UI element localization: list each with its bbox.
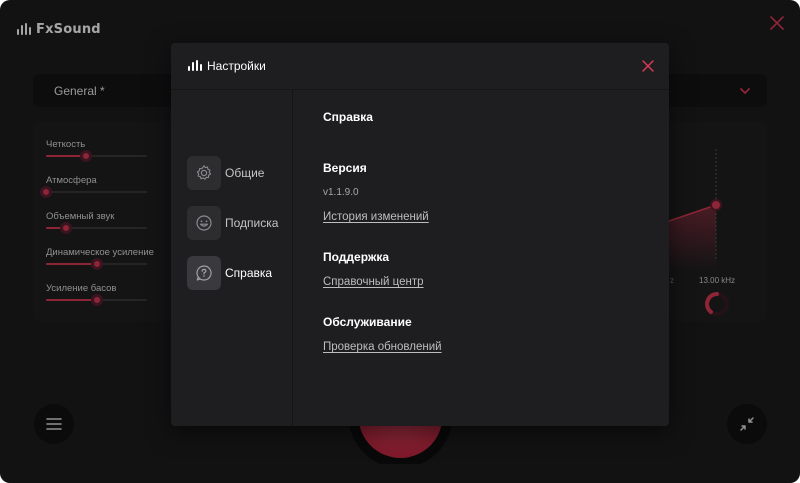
- version-heading: Версия: [323, 161, 367, 175]
- header-divider: [171, 89, 669, 90]
- support-heading: Поддержка: [323, 250, 390, 264]
- close-icon[interactable]: [641, 59, 655, 73]
- settings-header: Настройки: [171, 43, 669, 89]
- help-center-link[interactable]: Справочный центр: [323, 276, 424, 288]
- help-heading: Справка: [323, 110, 373, 124]
- fxsound-window: FxSound General * Четкость Атмосфера Объ…: [0, 0, 800, 483]
- settings-title: Настройки: [207, 59, 266, 73]
- settings-dialog: Настройки Общие Подписка Справка Справка…: [171, 43, 669, 426]
- help-bubble-icon: [187, 256, 221, 290]
- nav-label: Общие: [225, 166, 265, 180]
- nav-item-help[interactable]: Справка: [187, 256, 291, 290]
- maintenance-heading: Обслуживание: [323, 315, 412, 329]
- nav-item-general[interactable]: Общие: [187, 156, 291, 190]
- gear-icon: [187, 156, 221, 190]
- nav-label: Справка: [225, 266, 273, 280]
- nav-label: Подписка: [225, 216, 279, 230]
- logo-bars-icon: [188, 60, 202, 71]
- changelog-link[interactable]: История изменений: [323, 211, 429, 223]
- nav-item-subscription[interactable]: Подписка: [187, 206, 291, 240]
- check-updates-link[interactable]: Проверка обновлений: [323, 341, 442, 353]
- version-value: v1.1.9.0: [323, 187, 359, 198]
- nav-divider: [292, 90, 293, 426]
- smiley-icon: [187, 206, 221, 240]
